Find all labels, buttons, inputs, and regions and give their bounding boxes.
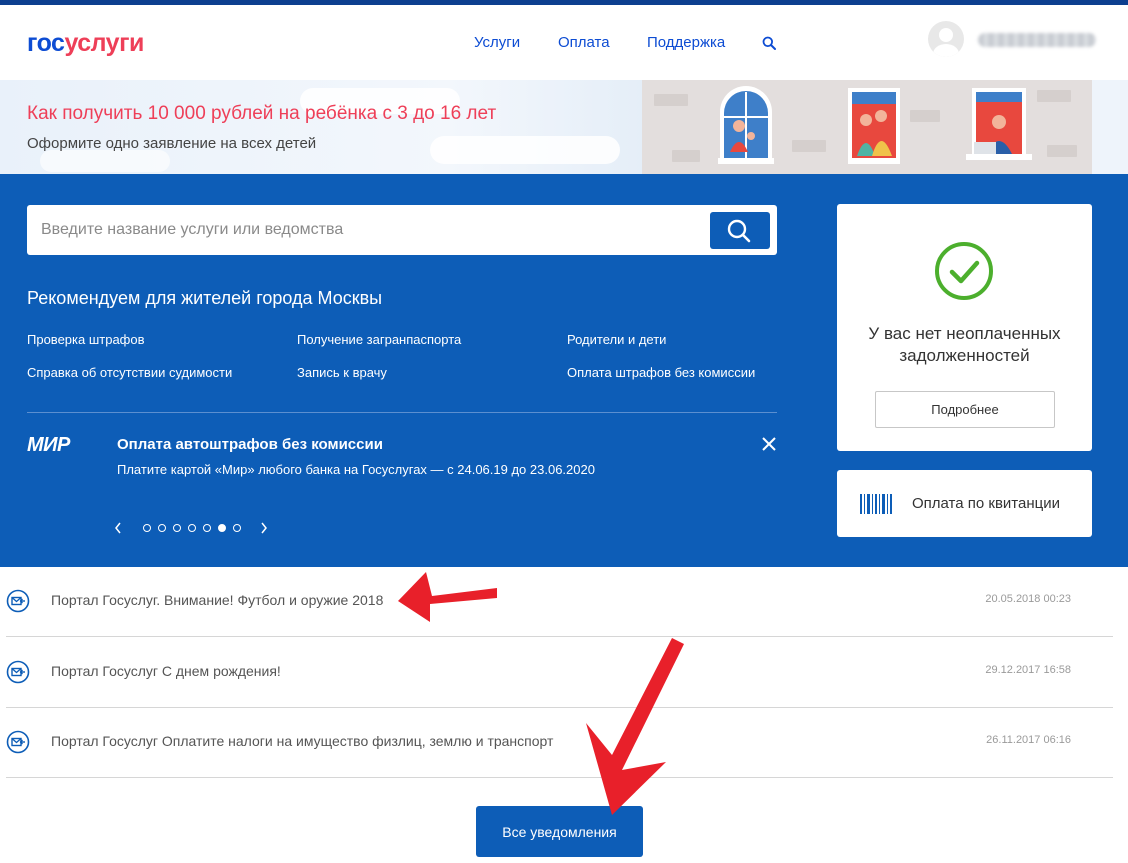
rec-link-doctor[interactable]: Запись к врачу [297,365,387,380]
rec-link-no-criminal-record[interactable]: Справка об отсутствии судимости [27,365,232,380]
pager-dot[interactable] [188,524,196,532]
gosuslugi-logo[interactable]: госуслуги [27,29,144,58]
recommendations-title: Рекомендуем для жителей города Москвы [27,288,383,308]
incoming-mail-icon [6,589,30,613]
details-button[interactable]: Подробнее [875,391,1055,428]
window-family [848,88,900,164]
incoming-mail-icon [6,660,30,684]
notification-text: Портал Госуслуг С днем рождения! [51,663,281,679]
notification-text: Портал Госуслуг. Внимание! Футбол и оруж… [51,592,384,608]
user-avatar[interactable] [928,21,964,57]
site-header: госуслуги Услуги Оплата Поддержка [0,5,1128,80]
notification-row[interactable]: Портал Госуслуг Оплатите налоги на имуще… [6,707,1113,778]
banner-subtitle: Оформите одно заявление на всех детей [27,135,317,152]
pay-by-receipt-label: Оплата по квитанции [912,495,1060,512]
banner-illustration [642,80,1092,174]
rec-link-fines[interactable]: Проверка штрафов [27,332,145,347]
pager-dot[interactable] [233,524,241,532]
banner-title: Как получить 10 000 рублей на ребёнка с … [27,103,497,124]
logo-part-gos: гос [27,29,65,57]
barcode-icon [860,494,892,514]
notification-date: 26.11.2017 06:16 [986,734,1071,746]
close-icon[interactable] [760,435,778,453]
notification-row[interactable]: Портал Госуслуг С днем рождения! 29.12.2… [6,637,1113,708]
no-debt-card: У вас нет неоплаченных задолженностей По… [837,204,1092,451]
chevron-right-icon[interactable] [259,520,269,536]
mir-logo: МИР [27,434,70,456]
search-icon [727,219,751,243]
nav-support[interactable]: Поддержка [647,34,725,51]
nav-services[interactable]: Услуги [474,34,520,51]
no-debt-text-line2: задолженностей [899,346,1030,365]
promo-title[interactable]: Оплата автоштрафов без комиссии [117,436,383,453]
pay-by-receipt-card[interactable]: Оплата по квитанции [837,470,1092,537]
window-man-laptop [966,88,1032,160]
service-search-input[interactable] [41,205,701,255]
incoming-mail-icon [6,730,30,754]
notification-text: Портал Госуслуг Оплатите налоги на имуще… [51,733,554,749]
rec-link-passport[interactable]: Получение загранпаспорта [297,332,461,347]
all-notifications-button[interactable]: Все уведомления [476,806,643,857]
no-debt-text: У вас нет неоплаченных задолженностей [837,323,1092,367]
pager-dot[interactable] [158,524,166,532]
nav-payment[interactable]: Оплата [558,34,610,51]
blurred-username[interactable] [978,33,1096,47]
pager-dot[interactable] [203,524,211,532]
promo-banner[interactable]: Как получить 10 000 рублей на ребёнка с … [0,80,1128,174]
banner-sky-background [0,80,642,174]
chevron-left-icon[interactable] [113,520,123,536]
window-mother-child [718,86,774,164]
search-submit-button[interactable] [710,212,770,249]
main-blue-section: Рекомендуем для жителей города Москвы Пр… [0,174,1128,567]
service-search-box [27,205,777,255]
notification-date: 20.05.2018 00:23 [985,593,1071,605]
pager-dot[interactable] [218,524,226,532]
section-divider [27,412,777,413]
check-circle-icon [935,242,993,300]
rec-link-fines-no-fee[interactable]: Оплата штрафов без комиссии [567,365,755,380]
no-debt-text-line1: У вас нет неоплаченных [868,324,1061,343]
pager-dot[interactable] [173,524,181,532]
search-icon[interactable] [762,36,776,50]
promo-subtitle: Платите картой «Мир» любого банка на Гос… [117,462,595,477]
logo-part-uslugi: услуги [64,29,144,57]
notification-row[interactable]: Портал Госуслуг. Внимание! Футбол и оруж… [6,566,1113,637]
rec-link-parents[interactable]: Родители и дети [567,332,666,347]
pager-dot[interactable] [143,524,151,532]
notification-date: 29.12.2017 16:58 [985,664,1071,676]
